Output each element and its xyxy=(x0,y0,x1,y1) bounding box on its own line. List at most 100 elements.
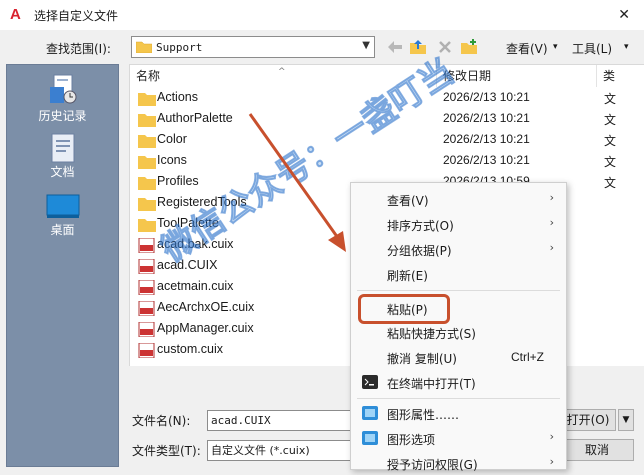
file-type: 文 xyxy=(604,92,617,106)
cuix-file-icon xyxy=(138,259,155,274)
look-in-toolbar: 查找范围(I): Support ▼ 查看(V) ▾ 工具(L) ▾ xyxy=(0,36,644,60)
tools-menu-button[interactable]: 工具(L) xyxy=(572,40,612,57)
list-item[interactable]: Icons 2026/2/13 10:21 文 xyxy=(130,151,644,172)
menu-item-view[interactable]: 查看(V) › xyxy=(351,187,566,211)
menu-item-refresh[interactable]: 刷新(E) xyxy=(351,262,566,286)
menu-item-undo-copy[interactable]: 撤消 复制(U) Ctrl+Z xyxy=(351,345,566,369)
column-date-label: 修改日期 xyxy=(443,69,492,83)
menu-item-label: 图形选项 xyxy=(387,433,436,447)
chevron-right-icon: › xyxy=(549,191,554,204)
up-folder-icon[interactable] xyxy=(408,38,428,56)
file-name: acad.bak.cuix xyxy=(157,237,234,251)
menu-item-label: 粘贴(P) xyxy=(387,303,428,317)
menu-item-graphics-options[interactable]: 图形选项 › xyxy=(351,426,566,450)
file-date: 2026/2/13 10:21 xyxy=(443,111,530,125)
desktop-icon xyxy=(46,194,79,218)
close-icon[interactable]: ✕ xyxy=(618,7,630,23)
terminal-icon xyxy=(362,375,378,389)
file-name: acetmain.cuix xyxy=(157,279,234,293)
file-name: custom.cuix xyxy=(157,342,223,356)
open-dropdown-icon[interactable]: ▼ xyxy=(618,409,634,431)
place-label: 历史记录 xyxy=(38,109,87,123)
sort-caret-icon: ^ xyxy=(278,67,286,77)
file-type: 文 xyxy=(604,113,617,127)
folder-icon xyxy=(138,219,156,232)
file-name: RegisteredTools xyxy=(157,195,247,209)
file-name: Actions xyxy=(157,90,198,104)
chevron-right-icon: › xyxy=(549,216,554,229)
open-button[interactable]: 打开(O) xyxy=(560,409,616,431)
file-date: 2026/2/13 10:21 xyxy=(443,153,530,167)
look-in-label: 查找范围(I): xyxy=(46,42,111,56)
column-header-name[interactable]: 名称 ^ xyxy=(130,65,437,87)
chevron-down-icon[interactable]: ▼ xyxy=(362,40,370,51)
filename-label: 文件名(N): xyxy=(132,414,191,428)
menu-item-label: 粘贴快捷方式(S) xyxy=(387,327,476,341)
file-date: 2026/2/13 10:21 xyxy=(443,90,530,104)
delete-x-icon[interactable] xyxy=(435,38,455,56)
look-in-value: Support xyxy=(156,40,203,54)
back-arrow-icon[interactable] xyxy=(385,38,405,56)
folder-icon xyxy=(138,177,156,190)
view-menu-button[interactable]: 查看(V) xyxy=(506,40,548,57)
list-item[interactable]: AuthorPalette 2026/2/13 10:21 文 xyxy=(130,109,644,130)
file-date: 2026/2/13 10:21 xyxy=(443,132,530,146)
column-name-label: 名称 xyxy=(136,69,161,83)
menu-item-label: 分组依据(P) xyxy=(387,244,452,258)
menu-item-group[interactable]: 分组依据(P) › xyxy=(351,237,566,261)
menu-item-label: 图形属性…… xyxy=(387,408,460,422)
new-folder-icon[interactable] xyxy=(459,38,479,56)
graphics-properties-icon xyxy=(362,406,378,420)
menu-item-paste[interactable]: 粘贴(P) xyxy=(351,296,566,320)
menu-item-graphics-properties[interactable]: 图形属性…… xyxy=(351,401,566,425)
cuix-file-icon xyxy=(138,238,155,253)
file-type: 文 xyxy=(604,176,617,190)
column-header-date[interactable]: 修改日期 xyxy=(437,65,597,87)
filename-field[interactable]: acad.CUIX xyxy=(207,410,352,431)
menu-item-paste-shortcut[interactable]: 粘贴快捷方式(S) xyxy=(351,320,566,344)
folder-icon xyxy=(138,198,156,211)
menu-item-label: 授予访问权限(G) xyxy=(387,458,478,472)
place-documents[interactable]: 文档 xyxy=(7,133,118,180)
file-type: 文 xyxy=(604,134,617,148)
file-name: acad.CUIX xyxy=(157,258,218,272)
menu-item-grant-access[interactable]: 授予访问权限(G) › xyxy=(351,451,566,475)
menu-item-label: 刷新(E) xyxy=(387,269,428,283)
autocad-logo-icon: A xyxy=(10,6,21,23)
folder-icon xyxy=(138,93,156,106)
folder-icon xyxy=(138,156,156,169)
file-name: Profiles xyxy=(157,174,199,188)
column-type-label: 类 xyxy=(603,69,616,83)
folder-icon xyxy=(136,41,152,53)
tools-dropdown-icon[interactable]: ▾ xyxy=(624,42,629,52)
place-desktop[interactable]: 桌面 xyxy=(7,193,118,238)
list-item[interactable]: Color 2026/2/13 10:21 文 xyxy=(130,130,644,151)
cuix-file-icon xyxy=(138,280,155,295)
list-item[interactable]: Actions 2026/2/13 10:21 文 xyxy=(130,88,644,109)
menu-item-sort[interactable]: 排序方式(O) › xyxy=(351,212,566,236)
file-type: 文 xyxy=(604,155,617,169)
menu-separator xyxy=(357,398,560,399)
view-dropdown-icon[interactable]: ▾ xyxy=(553,42,558,52)
place-label: 文档 xyxy=(50,165,75,179)
menu-item-open-terminal[interactable]: 在终端中打开(T) xyxy=(351,370,566,394)
look-in-combo[interactable]: Support ▼ xyxy=(131,36,375,58)
menu-item-label: 查看(V) xyxy=(387,194,429,208)
menu-separator xyxy=(357,290,560,291)
window-title: 选择自定义文件 xyxy=(34,8,119,23)
filetype-select[interactable]: 自定义文件 (*.cuix) xyxy=(207,440,352,461)
chevron-right-icon: › xyxy=(549,455,554,468)
places-bar: 历史记录 文档 桌面 xyxy=(6,64,119,467)
history-icon xyxy=(49,74,76,104)
graphics-options-icon xyxy=(362,431,378,445)
cuix-file-icon xyxy=(138,343,155,358)
menu-shortcut: Ctrl+Z xyxy=(511,350,544,364)
column-header-type[interactable]: 类 xyxy=(597,65,644,87)
filetype-label: 文件类型(T): xyxy=(132,444,201,458)
chevron-right-icon: › xyxy=(549,430,554,443)
place-history[interactable]: 历史记录 xyxy=(7,73,118,124)
cancel-button[interactable]: 取消 xyxy=(560,439,634,461)
cuix-file-icon xyxy=(138,322,155,337)
title-bar: A 选择自定义文件 ✕ xyxy=(0,0,644,30)
cuix-file-icon xyxy=(138,301,155,316)
